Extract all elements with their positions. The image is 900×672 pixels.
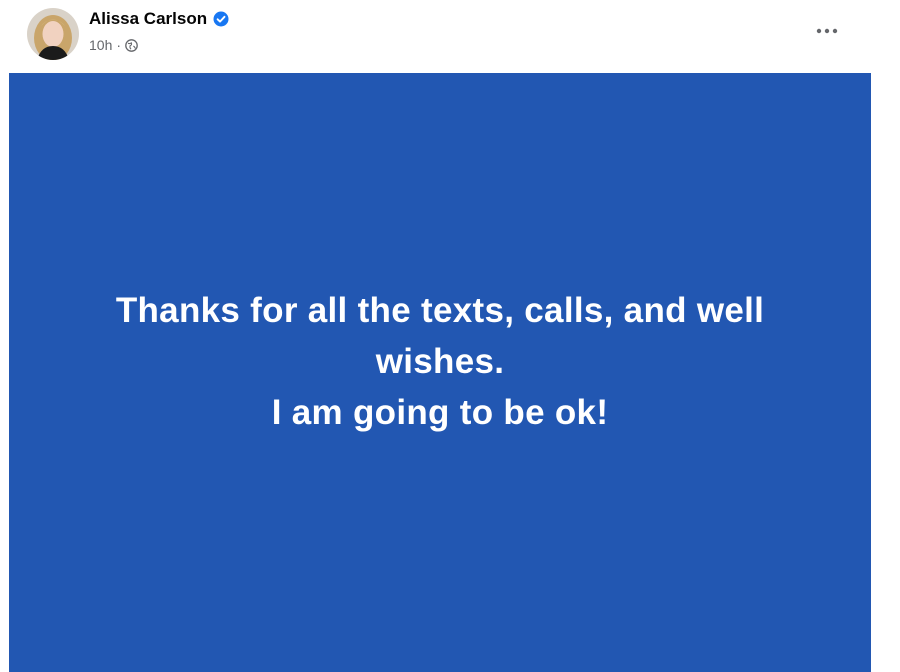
post-background-card: Thanks for all the texts, calls, and wel… xyxy=(9,73,871,672)
post-timestamp[interactable]: 10h xyxy=(89,37,112,53)
more-options-button[interactable] xyxy=(805,14,849,46)
post-meta: 10h · xyxy=(89,37,138,53)
post-text-line: I am going to be ok! xyxy=(271,393,609,432)
post-text-line: Thanks for all the texts, calls, and wel… xyxy=(115,291,765,381)
post-header: Alissa Carlson 10h · xyxy=(0,0,900,72)
author-avatar[interactable] xyxy=(27,8,79,60)
post-text: Thanks for all the texts, calls, and wel… xyxy=(50,285,830,438)
globe-icon[interactable] xyxy=(125,38,138,52)
facebook-post: Alissa Carlson 10h · Thanks for all the … xyxy=(0,0,900,672)
meta-separator: · xyxy=(116,37,122,53)
author-name[interactable]: Alissa Carlson xyxy=(89,9,207,29)
more-options-icon xyxy=(816,21,838,39)
verified-badge-icon xyxy=(213,11,229,27)
author-line: Alissa Carlson xyxy=(89,9,229,29)
